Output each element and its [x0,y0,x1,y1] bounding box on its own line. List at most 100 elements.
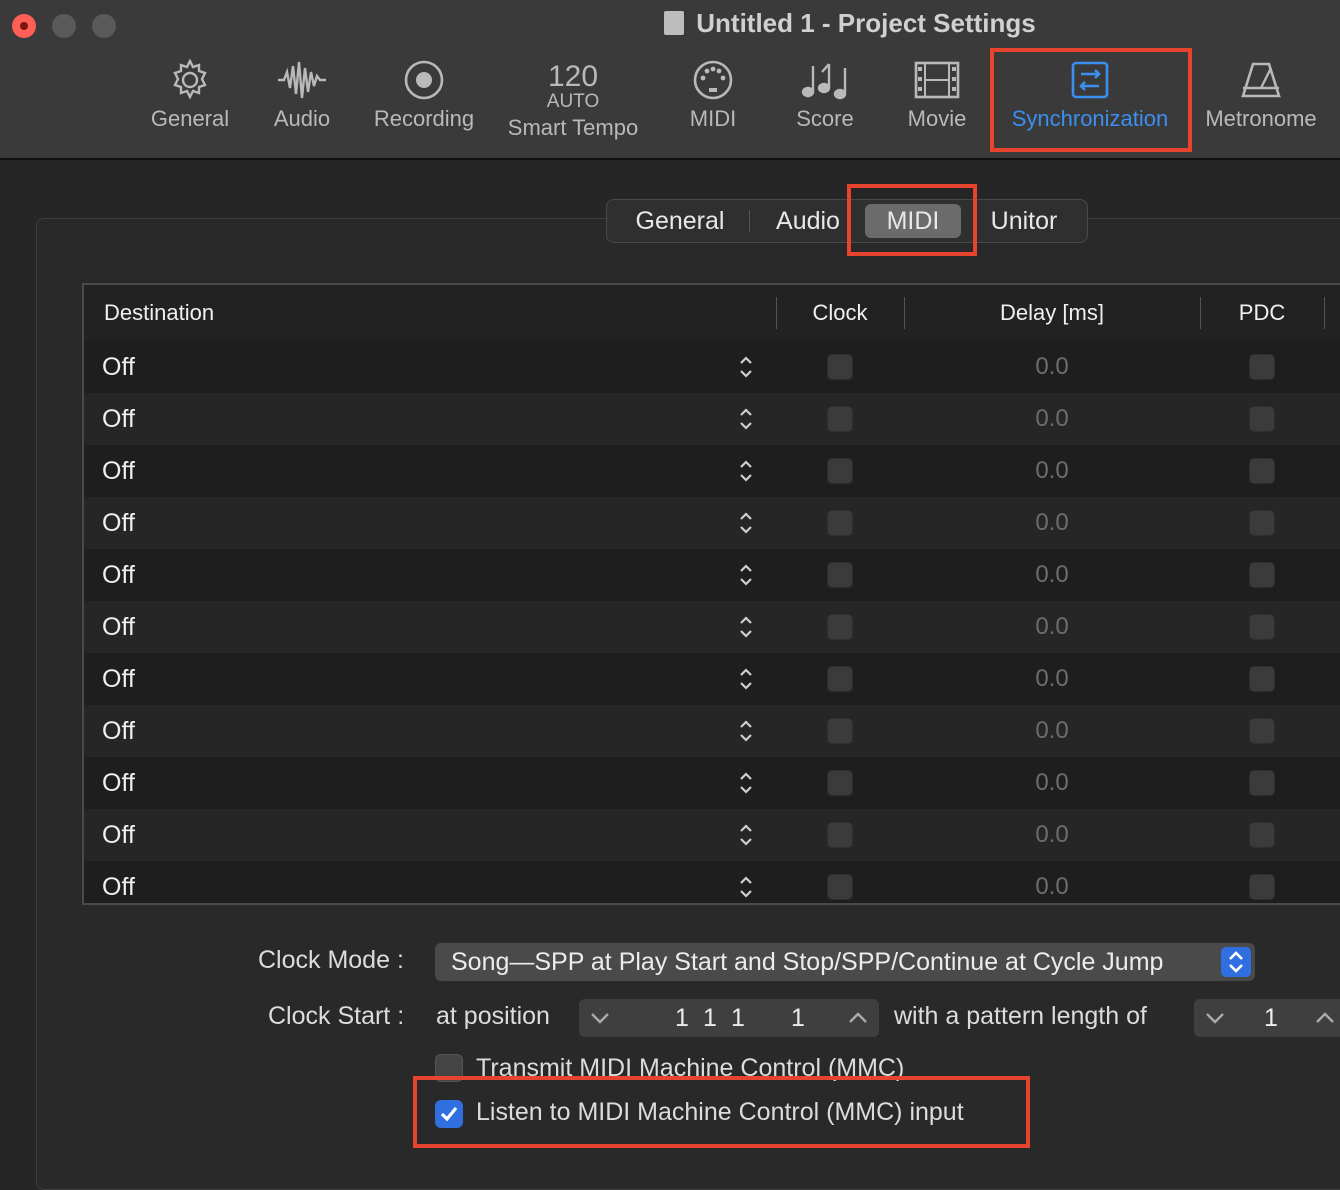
delay-value[interactable]: 0.0 [982,809,1122,861]
updown-stepper-icon[interactable] [738,354,754,380]
delay-value[interactable]: 0.0 [982,757,1122,809]
toolbar-metronome[interactable]: Metronome [1200,58,1322,132]
clock-checkbox[interactable] [827,614,853,640]
updown-stepper-icon[interactable] [738,406,754,432]
table-row[interactable]: Off 0.0 [84,809,1340,861]
table-row[interactable]: Off 0.0 [84,601,1340,653]
table-row[interactable]: Off 0.0 [84,757,1340,809]
listen-mmc-checkbox[interactable] [435,1100,463,1128]
table-row[interactable]: Off 0.0 [84,497,1340,549]
delay-value[interactable]: 0.0 [982,653,1122,705]
pdc-checkbox[interactable] [1249,562,1275,588]
delay-value[interactable]: 0.0 [982,705,1122,757]
clock-checkbox[interactable] [827,874,853,900]
tempo-mode: AUTO [546,91,600,112]
column-header-clock[interactable]: Clock [776,285,904,341]
toolbar-synchronization[interactable]: Synchronization [1004,58,1176,132]
pdc-checkbox[interactable] [1249,354,1275,380]
subtab-unitor[interactable]: Unitor [977,200,1071,242]
toolbar-recording[interactable]: Recording [370,58,478,132]
table-row[interactable]: Off 0.0 [84,705,1340,757]
clock-checkbox[interactable] [827,354,853,380]
delay-value[interactable]: 0.0 [982,549,1122,601]
chevron-down-icon[interactable] [1204,999,1226,1048]
chevron-up-icon[interactable] [847,999,869,1048]
updown-stepper-icon[interactable] [738,770,754,796]
table-row[interactable]: Off 0.0 [84,861,1340,903]
clock-checkbox[interactable] [827,406,853,432]
destination-value[interactable]: Off [102,341,135,393]
pdc-checkbox[interactable] [1249,458,1275,484]
delay-value[interactable]: 0.0 [982,341,1122,393]
pdc-checkbox[interactable] [1249,770,1275,796]
toolbar-general[interactable]: General [146,58,234,132]
clock-checkbox[interactable] [827,458,853,484]
pdc-checkbox[interactable] [1249,874,1275,900]
column-header-delay[interactable]: Delay [ms] [904,285,1200,341]
destination-value[interactable]: Off [102,497,135,549]
updown-stepper-icon[interactable] [738,562,754,588]
subtab-midi[interactable]: MIDI [865,204,961,238]
subtab-general[interactable]: General [621,200,739,242]
updown-stepper-icon[interactable] [738,666,754,692]
toolbar-smart-tempo[interactable]: 120 AUTO Smart Tempo [502,62,644,141]
updown-stepper-icon[interactable] [738,614,754,640]
table-row[interactable]: Off 0.0 [84,653,1340,705]
delay-value[interactable]: 0.0 [982,601,1122,653]
clock-start-position-field[interactable]: 1 1 1 1 [579,999,879,1037]
updown-stepper-icon[interactable] [738,822,754,848]
transmit-mmc-checkbox[interactable] [435,1054,463,1082]
clock-checkbox[interactable] [827,510,853,536]
destination-value[interactable]: Off [102,757,135,809]
table-row[interactable]: Off 0.0 [84,445,1340,497]
delay-value[interactable]: 0.0 [982,497,1122,549]
clock-checkbox[interactable] [827,666,853,692]
pdc-checkbox[interactable] [1249,718,1275,744]
delay-value[interactable]: 0.0 [982,393,1122,445]
updown-stepper-icon[interactable] [738,458,754,484]
subtab-audio[interactable]: Audio [763,200,853,242]
position-division[interactable]: 1 [731,999,745,1037]
clock-checkbox[interactable] [827,770,853,796]
table-row[interactable]: Off 0.0 [84,549,1340,601]
chevron-down-icon[interactable] [589,999,611,1048]
clock-checkbox[interactable] [827,562,853,588]
pdc-checkbox[interactable] [1249,406,1275,432]
position-tick[interactable]: 1 [791,999,805,1037]
pdc-checkbox[interactable] [1249,666,1275,692]
updown-stepper-icon[interactable] [738,510,754,536]
toolbar-movie[interactable]: Movie [902,58,972,132]
destination-value[interactable]: Off [102,653,135,705]
destination-value[interactable]: Off [102,445,135,497]
position-beat[interactable]: 1 [703,999,717,1037]
destination-value[interactable]: Off [102,861,135,903]
destination-value[interactable]: Off [102,809,135,861]
destination-value[interactable]: Off [102,549,135,601]
clock-checkbox[interactable] [827,718,853,744]
toolbar-audio[interactable]: Audio [266,58,338,132]
clock-checkbox[interactable] [827,822,853,848]
clock-mode-popup[interactable]: Song—SPP at Play Start and Stop/SPP/Cont… [435,943,1255,981]
chevron-up-icon[interactable] [1314,999,1336,1048]
column-header-pdc[interactable]: PDC [1200,285,1324,341]
window-title-area: Untitled 1 - Project Settings [0,8,1340,39]
updown-stepper-icon[interactable] [738,718,754,744]
toolbar-score[interactable]: Score [790,58,860,132]
delay-value[interactable]: 0.0 [982,445,1122,497]
pdc-checkbox[interactable] [1249,614,1275,640]
destination-value[interactable]: Off [102,705,135,757]
column-header-destination[interactable]: Destination [104,285,214,341]
position-bar[interactable]: 1 [675,999,689,1037]
toolbar-midi[interactable]: MIDI [684,58,742,132]
pattern-length-value[interactable]: 1 [1264,999,1278,1037]
pattern-length-field[interactable]: 1 [1194,999,1340,1037]
table-row[interactable]: Off 0.0 [84,341,1340,393]
updown-stepper-icon[interactable] [738,874,754,900]
pdc-checkbox[interactable] [1249,510,1275,536]
delay-value[interactable]: 0.0 [982,861,1122,903]
notes-icon [801,63,847,100]
destination-value[interactable]: Off [102,393,135,445]
pdc-checkbox[interactable] [1249,822,1275,848]
destination-value[interactable]: Off [102,601,135,653]
table-row[interactable]: Off 0.0 [84,393,1340,445]
